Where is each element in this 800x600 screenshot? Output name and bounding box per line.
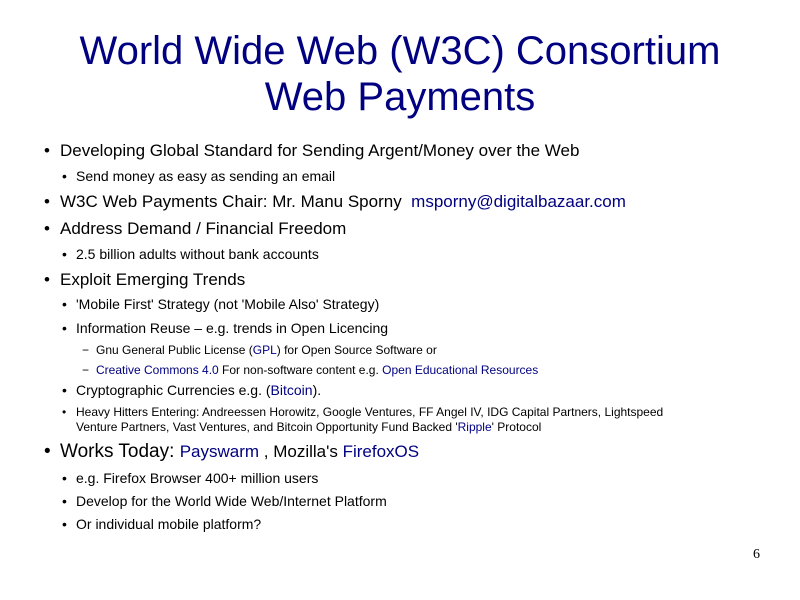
bullet-dot-icon: • — [44, 441, 51, 462]
bullet-dot-icon: • — [62, 320, 67, 336]
bullet-dot-icon: • — [62, 516, 67, 532]
bullet-item: • Exploit Emerging Trends — [44, 270, 246, 289]
bitcoin-link[interactable]: Bitcoin — [271, 382, 313, 398]
sub-bullet-item: • Send money as easy as sending an email — [62, 168, 336, 184]
bullet-dot-icon: • — [44, 192, 50, 211]
sub-bullet-item: • Heavy Hitters Entering: Andreessen Horo… — [62, 405, 664, 419]
oer-link[interactable]: Open Educational Resources — [382, 363, 538, 377]
bullet-dot-icon: • — [62, 296, 67, 312]
sub-bullet-item: • 2.5 billion adults without bank account… — [62, 246, 319, 262]
gpl-link[interactable]: GPL — [253, 343, 277, 357]
sub-bullet-continuation: Venture Partners, Vast Ventures, and Bit… — [76, 420, 542, 434]
sub-bullet-item: • e.g. Firefox Browser 400+ million users — [62, 470, 319, 486]
sub-sub-bullet-item: − Gnu General Public License (GPL) for Op… — [82, 343, 437, 357]
creative-commons-link[interactable]: Creative Commons 4.0 — [96, 363, 219, 377]
bullet-dot-icon: • — [62, 168, 67, 184]
bullet-item: • Works Today: Payswarm , Mozilla's Firef… — [44, 441, 420, 462]
dash-icon: − — [82, 363, 90, 377]
bullet-item: • Developing Global Standard for Sending … — [44, 141, 580, 160]
sub-bullet-item: • Information Reuse – e.g. trends in Open… — [62, 320, 389, 336]
bullet-dot-icon: • — [62, 470, 67, 486]
sub-bullet-item: • Develop for the World Wide Web/Internet… — [62, 493, 387, 509]
sub-sub-bullet-item: − Creative Commons 4.0 For non-software c… — [82, 363, 539, 377]
slide-content: • Developing Global Standard for Sending … — [0, 0, 800, 600]
bullet-dot-icon: • — [44, 219, 50, 238]
bullet-dot-icon: • — [44, 141, 50, 160]
bullet-item: • Address Demand / Financial Freedom — [44, 219, 347, 238]
payswarm-link[interactable]: Payswarm — [180, 442, 259, 461]
dash-icon: − — [82, 343, 90, 357]
sub-bullet-item: • Cryptographic Currencies e.g. (Bitcoin)… — [62, 382, 322, 398]
bullet-dot-icon: • — [62, 382, 67, 398]
bullet-dot-icon: • — [62, 405, 67, 419]
sub-bullet-item: • 'Mobile First' Strategy (not 'Mobile Al… — [62, 296, 380, 312]
ripple-link[interactable]: Ripple — [458, 420, 492, 434]
bullet-dot-icon: • — [44, 270, 50, 289]
bullet-dot-icon: • — [62, 246, 67, 262]
page-number: 6 — [753, 547, 760, 562]
email-link[interactable]: msporny@digitalbazaar.com — [411, 192, 626, 211]
bullet-dot-icon: • — [62, 493, 67, 509]
bullet-item: • W3C Web Payments Chair: Mr. Manu Sporny… — [44, 192, 626, 211]
sub-bullet-item: • Or individual mobile platform? — [62, 516, 262, 532]
firefoxos-link[interactable]: FirefoxOS — [343, 442, 420, 461]
